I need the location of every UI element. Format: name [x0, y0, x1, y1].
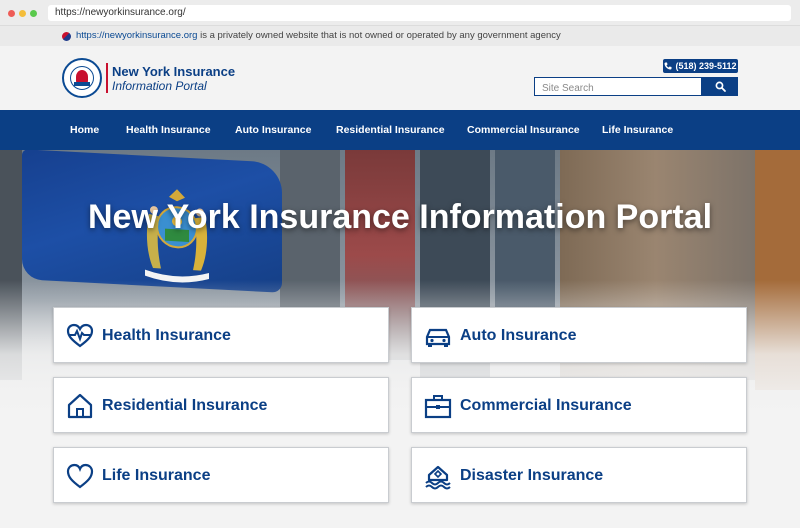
heart-icon	[66, 463, 94, 489]
search-icon	[715, 81, 726, 92]
site-header: New York Insurance Information Portal (5…	[0, 46, 800, 110]
phone-button[interactable]: (518) 239-5112	[663, 59, 738, 73]
phone-icon	[664, 62, 672, 70]
house-flood-icon	[425, 465, 451, 490]
brand-divider	[106, 63, 108, 93]
window-maximize-button[interactable]	[30, 10, 37, 17]
nav-home[interactable]: Home	[70, 110, 99, 150]
commercial-insurance-card[interactable]: Commercial Insurance	[411, 377, 747, 433]
nav-commercial-insurance[interactable]: Commercial Insurance	[467, 110, 580, 150]
nav-auto-insurance[interactable]: Auto Insurance	[235, 110, 311, 150]
address-bar[interactable]: https://newyorkinsurance.org/	[48, 5, 791, 21]
us-flag-icon	[62, 32, 71, 41]
disclaimer-text: is a privately owned website that is not…	[197, 30, 561, 41]
browser-chrome: https://newyorkinsurance.org/	[0, 0, 800, 26]
disaster-insurance-card[interactable]: Disaster Insurance	[411, 447, 747, 503]
heart-pulse-icon	[66, 323, 94, 348]
house-icon	[67, 393, 93, 419]
health-insurance-card[interactable]: Health Insurance	[53, 307, 389, 363]
brand-subtitle[interactable]: Information Portal	[112, 79, 207, 93]
nav-health-insurance[interactable]: Health Insurance	[126, 110, 211, 150]
card-label: Commercial Insurance	[460, 397, 632, 414]
car-icon	[425, 328, 451, 347]
card-label: Residential Insurance	[102, 397, 268, 414]
brand-title[interactable]: New York Insurance	[112, 64, 235, 79]
briefcase-icon	[424, 395, 452, 419]
search-input[interactable]	[535, 80, 701, 97]
disclaimer-link[interactable]: https://newyorkinsurance.org	[76, 30, 197, 41]
nav-life-insurance[interactable]: Life Insurance	[602, 110, 673, 150]
hero-title: New York Insurance Information Portal	[87, 198, 713, 236]
hero-banner: New York Insurance Information Portal He…	[0, 150, 800, 528]
card-label: Disaster Insurance	[460, 467, 604, 484]
card-label: Health Insurance	[102, 327, 231, 344]
phone-number: (518) 239-5112	[675, 61, 737, 71]
residential-insurance-card[interactable]: Residential Insurance	[53, 377, 389, 433]
search-button[interactable]	[702, 77, 738, 96]
window-close-button[interactable]	[8, 10, 15, 17]
disclaimer-bar: https://newyorkinsurance.org is a privat…	[0, 26, 800, 46]
window-minimize-button[interactable]	[19, 10, 26, 17]
main-nav: Home Health Insurance Auto Insurance Res…	[0, 110, 800, 150]
site-seal-logo[interactable]	[62, 58, 102, 98]
nav-residential-insurance[interactable]: Residential Insurance	[336, 110, 445, 150]
auto-insurance-card[interactable]: Auto Insurance	[411, 307, 747, 363]
card-label: Auto Insurance	[460, 327, 577, 344]
life-insurance-card[interactable]: Life Insurance	[53, 447, 389, 503]
card-label: Life Insurance	[102, 467, 211, 484]
search-field[interactable]	[534, 77, 702, 97]
